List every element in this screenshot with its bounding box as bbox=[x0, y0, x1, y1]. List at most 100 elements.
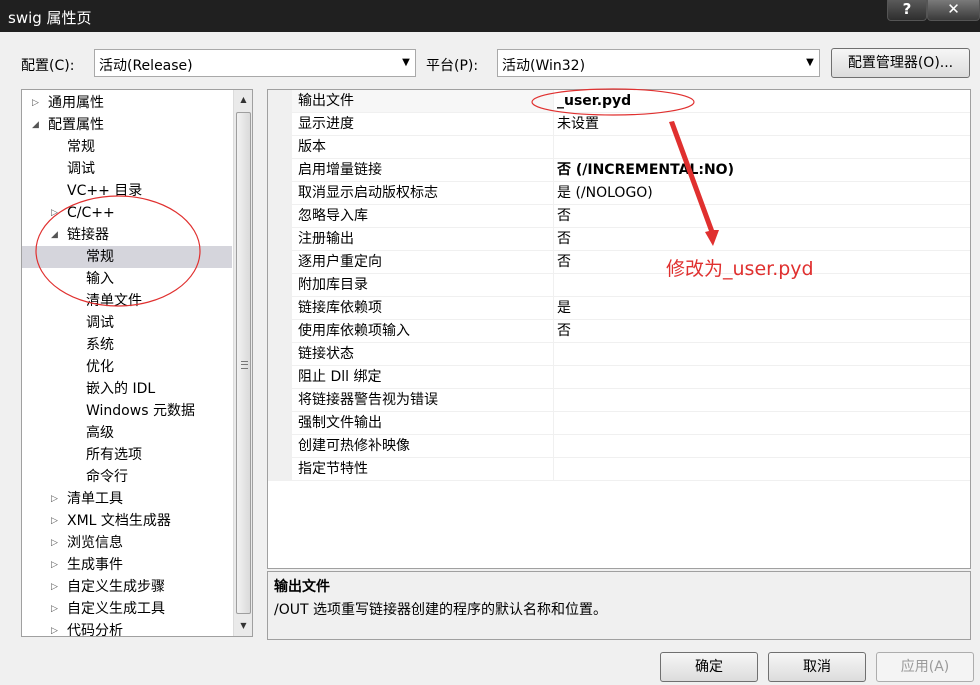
tree-item[interactable]: 高级 bbox=[22, 422, 232, 444]
tree-item[interactable]: 命令行 bbox=[22, 466, 232, 488]
property-value[interactable] bbox=[554, 412, 970, 435]
tree-item[interactable]: ▷ 生成事件 bbox=[22, 554, 232, 576]
tree-item[interactable]: ◢ 配置属性 bbox=[22, 114, 232, 136]
property-row[interactable]: 强制文件输出 bbox=[268, 412, 970, 435]
tree-item[interactable]: ▷ XML 文档生成器 bbox=[22, 510, 232, 532]
property-row[interactable]: 将链接器警告视为错误 bbox=[268, 389, 970, 412]
tree-item[interactable]: 调试 bbox=[22, 158, 232, 180]
expand-icon[interactable]: ▷ bbox=[51, 532, 61, 554]
row-gutter bbox=[268, 228, 292, 251]
tree-item[interactable]: 输入 bbox=[22, 268, 232, 290]
config-select[interactable]: 活动(Release) ▼ bbox=[94, 49, 416, 77]
tree-item-label: 自定义生成工具 bbox=[67, 601, 165, 617]
tree-item[interactable]: ▷ 代码分析 bbox=[22, 620, 232, 636]
row-gutter bbox=[268, 159, 292, 182]
platform-select[interactable]: 活动(Win32) ▼ bbox=[497, 49, 820, 77]
cancel-button[interactable]: 取消 bbox=[768, 652, 866, 682]
tree-item-label: 常规 bbox=[86, 249, 114, 265]
tree-item[interactable]: 调试 bbox=[22, 312, 232, 334]
property-value[interactable] bbox=[554, 343, 970, 366]
property-name: 使用库依赖项输入 bbox=[292, 320, 554, 343]
property-value[interactable] bbox=[554, 366, 970, 389]
tree-item-label: 调试 bbox=[67, 161, 95, 177]
row-gutter bbox=[268, 320, 292, 343]
expand-icon[interactable]: ▷ bbox=[51, 554, 61, 576]
property-row[interactable]: 阻止 Dll 绑定 bbox=[268, 366, 970, 389]
expand-icon[interactable]: ▷ bbox=[51, 202, 61, 224]
property-row[interactable]: 版本 bbox=[268, 136, 970, 159]
ok-button[interactable]: 确定 bbox=[660, 652, 758, 682]
property-value[interactable]: 否 bbox=[554, 205, 970, 228]
tree-item-label: 通用属性 bbox=[48, 95, 104, 111]
property-row[interactable]: 显示进度 未设置 bbox=[268, 113, 970, 136]
property-row[interactable]: 附加库目录 bbox=[268, 274, 970, 297]
property-value[interactable] bbox=[554, 435, 970, 458]
tree-item[interactable]: 常规 bbox=[22, 136, 232, 158]
tree-item[interactable]: VC++ 目录 bbox=[22, 180, 232, 202]
tree-item[interactable]: ▷ 清单工具 bbox=[22, 488, 232, 510]
tree-item-label: Windows 元数据 bbox=[86, 403, 195, 419]
tree-item[interactable]: ▷ 自定义生成步骤 bbox=[22, 576, 232, 598]
property-value[interactable] bbox=[554, 458, 970, 481]
annotation-text: 修改为_user.pyd bbox=[666, 258, 814, 280]
expand-icon[interactable]: ▷ bbox=[51, 488, 61, 510]
expand-icon[interactable]: ▷ bbox=[32, 92, 42, 114]
property-row[interactable]: 创建可热修补映像 bbox=[268, 435, 970, 458]
tree-item[interactable]: 系统 bbox=[22, 334, 232, 356]
property-value[interactable]: 否 (/INCREMENTAL:NO) bbox=[554, 159, 970, 182]
tree-item[interactable]: 所有选项 bbox=[22, 444, 232, 466]
collapse-icon[interactable]: ◢ bbox=[51, 224, 61, 246]
grip-icon bbox=[241, 361, 248, 369]
property-row[interactable]: 注册输出否 bbox=[268, 228, 970, 251]
tree-item-label: 配置属性 bbox=[48, 117, 104, 133]
tree-item[interactable]: ◢ 链接器 bbox=[22, 224, 232, 246]
tree-item[interactable]: 常规 bbox=[22, 246, 232, 268]
expand-icon[interactable]: ▷ bbox=[51, 620, 61, 636]
tree-item[interactable]: Windows 元数据 bbox=[22, 400, 232, 422]
config-manager-button[interactable]: 配置管理器(O)... bbox=[831, 48, 970, 78]
property-name: 附加库目录 bbox=[292, 274, 554, 297]
tree-item[interactable]: ▷ C/C++ bbox=[22, 202, 232, 224]
property-name: 强制文件输出 bbox=[292, 412, 554, 435]
property-value[interactable] bbox=[554, 136, 970, 159]
property-row[interactable]: 指定节特性 bbox=[268, 458, 970, 481]
expand-icon[interactable]: ▷ bbox=[51, 598, 61, 620]
property-value[interactable]: 未设置 bbox=[554, 113, 970, 136]
property-row[interactable]: 逐用户重定向否 bbox=[268, 251, 970, 274]
tree-item[interactable]: 优化 bbox=[22, 356, 232, 378]
property-value[interactable]: 否 bbox=[554, 320, 970, 343]
tree-item[interactable]: 清单文件 bbox=[22, 290, 232, 312]
property-row[interactable]: 链接状态 bbox=[268, 343, 970, 366]
property-name: 将链接器警告视为错误 bbox=[292, 389, 554, 412]
property-row[interactable]: 启用增量链接否 (/INCREMENTAL:NO) bbox=[268, 159, 970, 182]
property-row[interactable]: 使用库依赖项输入否 bbox=[268, 320, 970, 343]
expand-icon[interactable]: ▷ bbox=[51, 510, 61, 532]
collapse-icon[interactable]: ◢ bbox=[32, 114, 42, 136]
scroll-down-icon[interactable]: ▼ bbox=[234, 616, 252, 636]
tree-item[interactable]: ▷ 浏览信息 bbox=[22, 532, 232, 554]
row-gutter bbox=[268, 389, 292, 412]
tree-scrollbar[interactable]: ▲ ▼ bbox=[233, 90, 252, 636]
property-row[interactable]: 取消显示启动版权标志是 (/NOLOGO) bbox=[268, 182, 970, 205]
help-button[interactable]: ? bbox=[887, 0, 927, 21]
property-value[interactable]: 是 (/NOLOGO) bbox=[554, 182, 970, 205]
expand-icon[interactable]: ▷ bbox=[51, 576, 61, 598]
config-select-value: 活动(Release) bbox=[99, 58, 193, 74]
property-row[interactable]: 输出文件 _user.pyd bbox=[268, 90, 970, 113]
property-value[interactable]: 否 bbox=[554, 228, 970, 251]
property-value[interactable]: 是 bbox=[554, 297, 970, 320]
scroll-up-icon[interactable]: ▲ bbox=[234, 90, 252, 110]
property-row[interactable]: 链接库依赖项是 bbox=[268, 297, 970, 320]
property-value[interactable]: _user.pyd bbox=[554, 90, 970, 113]
tree-item[interactable]: 嵌入的 IDL bbox=[22, 378, 232, 400]
tree-item[interactable]: ▷ 通用属性 bbox=[22, 92, 232, 114]
close-button[interactable]: ✕ bbox=[927, 0, 980, 21]
property-value[interactable] bbox=[554, 389, 970, 412]
property-name: 创建可热修补映像 bbox=[292, 435, 554, 458]
scroll-thumb[interactable] bbox=[236, 112, 251, 614]
property-row[interactable]: 忽略导入库否 bbox=[268, 205, 970, 228]
property-tree: ▷ 通用属性 ◢ 配置属性 常规 调试 VC++ 目录 ▷ C/C++ ◢ 链接器 常规 输入 清单文件调… bbox=[21, 89, 253, 637]
property-name: 阻止 Dll 绑定 bbox=[292, 366, 554, 389]
apply-button[interactable]: 应用(A) bbox=[876, 652, 974, 682]
tree-item[interactable]: ▷ 自定义生成工具 bbox=[22, 598, 232, 620]
